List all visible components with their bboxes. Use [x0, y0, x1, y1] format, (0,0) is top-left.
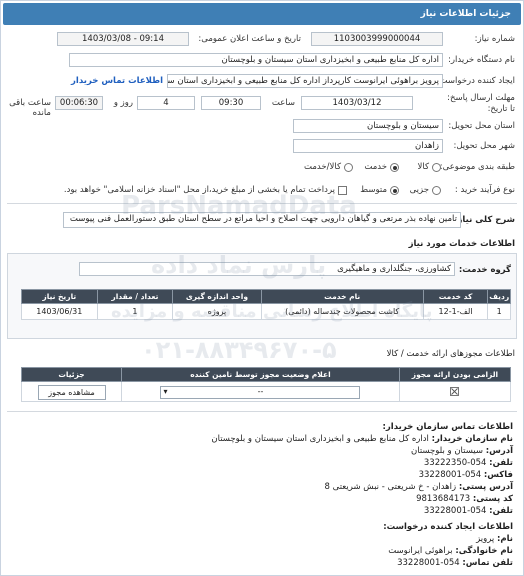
permits-table-header: الزامی بودن ارائه مجوز اعلام وضعیت مجوز … [20, 367, 512, 382]
delivery-city-field: زاهدان [293, 139, 443, 153]
deadline-label: مهلت ارسال پاسخ: تا تاریخ: [447, 93, 515, 114]
cell-row: 1 [487, 303, 511, 320]
process-radio-medium[interactable] [390, 186, 399, 195]
delivery-city-label: شهر محل تحویل: [453, 141, 515, 151]
need-details-page: جزئیات اطلاعات نیاز شماره نیاز: 11030039… [0, 0, 524, 576]
permit-status-value: -- [257, 387, 264, 396]
announce-datetime-field: 1403/03/08 - 09:14 [57, 32, 189, 46]
permits-table: الزامی بودن ارائه مجوز اعلام وضعیت مجوز … [20, 367, 512, 402]
summary-field: تامین نهاده بذر مرتعی و گیاهان دارویی جه… [63, 212, 461, 228]
contact-fax: فاکس: 054-33228001 [418, 470, 513, 480]
category-radio-goods[interactable] [432, 163, 441, 172]
table-row: 1 الف-1-12 کاشت محصولات چندساله (دائمی) … [21, 303, 511, 320]
days-label: روز و [113, 98, 133, 108]
cell-permit-required [398, 381, 512, 402]
buyer-contact-link[interactable]: اطلاعات تماس خریدار [71, 76, 163, 86]
contact-address: آدرس: سیستان و بلوچستان [411, 446, 513, 456]
col-permit-required: الزامی بودن ارائه مجوز [398, 367, 512, 382]
treasury-checkbox[interactable] [338, 186, 347, 195]
contact-phone: تلفن: 054-33222350 [423, 458, 513, 468]
divider [7, 411, 517, 412]
table-row: -- ▾ مشاهده مجوز [20, 381, 512, 402]
col-permit-status: اعلام وضعیت مجوز توسط نامین کننده [121, 367, 400, 382]
contact-org: نام سازمان خریدار: اداره کل منابع طبیعی … [211, 434, 513, 444]
contact-postal-code: کد پستی: 9813684173 [416, 494, 513, 504]
category-option-service: خدمت [364, 162, 387, 172]
col-need-date: تاریخ نیاز [21, 289, 98, 304]
cell-need-date: 1403/06/31 [21, 303, 98, 320]
creator-first-name: نام: پرویز [476, 534, 513, 544]
service-group-field: کشاورزی، جنگلداری و ماهیگیری [79, 262, 455, 276]
remaining-time-label: ساعت باقی مانده [9, 98, 51, 118]
cell-service-code: الف-1-12 [422, 303, 489, 320]
services-section-title: اطلاعات خدمات مورد نیاز [408, 239, 515, 249]
need-number-label: شماره نیاز: [474, 34, 515, 44]
deadline-date-field: 1403/03/12 [301, 96, 413, 110]
permits-section-title: اطلاعات مجوزهای ارائه خدمت / کالا [386, 349, 515, 359]
permit-required-checkbox[interactable] [450, 387, 460, 396]
deadline-time-field: 09:30 [201, 96, 261, 110]
need-number-field: 1103003999000044 [311, 32, 443, 46]
cell-permit-status: -- ▾ [121, 381, 400, 402]
category-radio-goods-service[interactable] [344, 163, 353, 172]
cell-quantity: 1 [96, 303, 174, 320]
deadline-time-label: ساعت [271, 98, 295, 108]
category-option-goods-service: کالا/خدمت [304, 162, 341, 172]
col-row: ردیف [487, 289, 511, 304]
treasury-note: پرداخت تمام یا بخشی از مبلغ خرید،از محل … [63, 185, 335, 195]
col-permit-details: جزئیات [20, 367, 123, 382]
buyer-org-field: اداره کل منابع طبیعی و ابخیزداری استان س… [69, 53, 443, 67]
category-label: طبقه بندی موضوعی: [439, 162, 515, 172]
process-option-minor: جزیی [409, 185, 429, 195]
creator-title: اطلاعات ایجاد کننده درخواست: [383, 522, 513, 532]
announce-datetime-label: تاریخ و ساعت اعلان عمومی: [198, 34, 301, 44]
process-radio-minor[interactable] [432, 186, 441, 195]
remaining-time-field: 00:06:30 [55, 96, 103, 110]
delivery-province-label: استان محل تحویل: [448, 121, 515, 131]
services-table-header: ردیف کد خدمت نام خدمت واحد اندازه گیری ت… [21, 289, 511, 304]
col-service-name: نام خدمت [260, 289, 424, 304]
service-group-label: گروه خدمت: [458, 265, 511, 275]
process-label: نوع فرآیند خرید : [454, 185, 515, 195]
watermark-phone: ۰۲۱-۸۸۳۴۹۶۷۰-۵ [141, 336, 337, 364]
category-option-goods: کالا [417, 162, 429, 172]
requester-label: ایجاد کننده درخواست: [436, 76, 515, 86]
buyer-org-label: نام دستگاه خریدار: [448, 55, 515, 65]
creator-last-name: نام خانوادگی: براهوئی ایرانوست [388, 546, 513, 556]
cell-permit-details: مشاهده مجوز [20, 381, 123, 402]
process-option-medium: متوسط [360, 185, 387, 195]
requester-field: پرویز براهوئی ایرانوست کارپرداز اداره کل… [167, 74, 443, 88]
divider [7, 203, 517, 204]
delivery-province-field: سیستان و بلوچستان [293, 119, 443, 133]
view-permit-button[interactable]: مشاهده مجوز [37, 385, 106, 400]
summary-label: شرح کلی نیاز: [454, 215, 515, 225]
services-table: ردیف کد خدمت نام خدمت واحد اندازه گیری ت… [21, 289, 511, 320]
page-title: جزئیات اطلاعات نیاز [3, 3, 521, 25]
category-radio-service[interactable] [390, 163, 399, 172]
chevron-down-icon: ▾ [163, 387, 168, 396]
creator-phone: تلفن تماس: 054-33228001 [397, 558, 513, 568]
days-field: 4 [137, 96, 195, 110]
cell-unit: پروژه [172, 303, 262, 320]
col-service-code: کد خدمت [422, 289, 489, 304]
permit-status-select[interactable]: -- ▾ [160, 386, 361, 399]
contact-phone-2: تلفن: 054-33228001 [423, 506, 513, 516]
contact-postal-address: آدرس پستی: زاهدان - خ شریعتی - نبش شریعت… [324, 482, 513, 492]
col-unit: واحد اندازه گیری [172, 289, 262, 304]
cell-service-name: کاشت محصولات چندساله (دائمی) [260, 303, 424, 320]
col-quantity: تعداد / مقدار [96, 289, 174, 304]
contact-title: اطلاعات تماس سازمان خریدار: [382, 422, 513, 432]
